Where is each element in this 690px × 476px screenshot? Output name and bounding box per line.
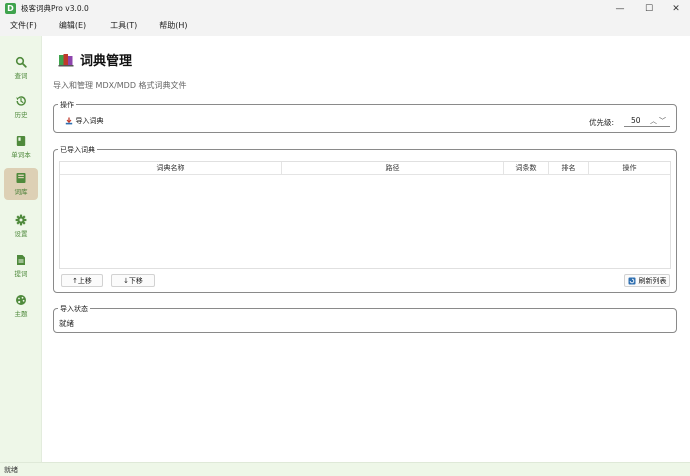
import-status-group: 导入状态 就绪 xyxy=(53,304,677,333)
table-header: 词典名称 路径 词条数 排名 操作 xyxy=(60,162,670,175)
sidebar: 查词 历史 单词本 词库 设置 提词 主题 xyxy=(0,36,42,462)
document-icon xyxy=(17,255,25,265)
refresh-button-label: 刷新列表 xyxy=(638,276,667,285)
imported-dictionaries-group: 已导入词典 词典名称 路径 词条数 排名 操作 ↑上移 ↓下移 刷新列表 xyxy=(53,145,677,293)
main-content: 词典管理 导入和管理 MDX/MDD 格式词典文件 操作 导入词典 优先级: 5… xyxy=(42,36,690,462)
sidebar-item-settings[interactable]: 设置 xyxy=(4,210,38,242)
sidebar-item-theme[interactable]: 主题 xyxy=(4,290,38,322)
status-bar: 就绪 xyxy=(0,462,690,476)
sidebar-item-lookup[interactable]: 查词 xyxy=(4,52,38,84)
menu-tools[interactable]: 工具(T) xyxy=(110,20,137,31)
column-action[interactable]: 操作 xyxy=(589,162,670,174)
close-button[interactable]: ✕ xyxy=(662,0,690,17)
sidebar-item-label: 历史 xyxy=(14,111,28,119)
priority-value: 50 xyxy=(631,116,641,125)
column-rank[interactable]: 排名 xyxy=(549,162,589,174)
history-icon xyxy=(16,96,26,106)
group-legend: 已导入词典 xyxy=(58,145,97,155)
sidebar-item-wordbook[interactable]: 单词本 xyxy=(4,131,38,163)
menu-bar: 文件(F) 编辑(E) 工具(T) 帮助(H) xyxy=(0,17,690,34)
sidebar-item-label: 主题 xyxy=(14,310,28,318)
sidebar-item-label: 词库 xyxy=(14,188,28,196)
group-legend: 操作 xyxy=(58,100,76,110)
import-dictionary-button[interactable]: 导入词典 xyxy=(60,114,108,127)
sidebar-item-library[interactable]: 词库 xyxy=(4,168,38,200)
search-icon xyxy=(15,56,27,68)
group-legend: 导入状态 xyxy=(58,304,90,314)
sidebar-item-prompt[interactable]: 提词 xyxy=(4,250,38,282)
page-subtitle: 导入和管理 MDX/MDD 格式词典文件 xyxy=(53,81,187,90)
sidebar-item-label: 提词 xyxy=(14,270,28,278)
menu-file[interactable]: 文件(F) xyxy=(10,20,37,31)
import-button-label: 导入词典 xyxy=(75,116,104,125)
spin-arrows-icon[interactable]: ︿﹀ xyxy=(650,116,668,126)
page-header: 词典管理 xyxy=(58,50,132,69)
page-title: 词典管理 xyxy=(80,54,133,69)
books-icon xyxy=(58,53,74,66)
library-icon xyxy=(16,173,26,183)
maximize-button[interactable]: ☐ xyxy=(635,0,663,17)
menu-edit[interactable]: 编辑(E) xyxy=(59,20,86,31)
dictionary-table[interactable]: 词典名称 路径 词条数 排名 操作 xyxy=(59,161,671,269)
move-up-button[interactable]: ↑上移 xyxy=(61,274,103,287)
palette-icon xyxy=(16,295,26,305)
status-text: 就绪 xyxy=(4,466,18,474)
app-logo-icon: D xyxy=(5,3,16,14)
column-path[interactable]: 路径 xyxy=(282,162,504,174)
sidebar-item-label: 查词 xyxy=(14,72,28,80)
import-icon xyxy=(65,117,72,124)
operation-group: 操作 导入词典 优先级: 50 ︿﹀ xyxy=(53,100,677,133)
sidebar-item-label: 单词本 xyxy=(11,151,31,159)
refresh-icon xyxy=(628,277,635,284)
menu-help[interactable]: 帮助(H) xyxy=(159,20,187,31)
column-entry-count[interactable]: 词条数 xyxy=(504,162,549,174)
book-icon xyxy=(16,136,26,146)
priority-label: 优先级: xyxy=(589,118,615,127)
priority-spinbox[interactable]: 50 ︿﹀ xyxy=(624,115,670,127)
title-bar: D 极客词典Pro v3.0.0 — ☐ ✕ xyxy=(0,0,690,17)
import-status-text: 就绪 xyxy=(59,319,74,328)
minimize-button[interactable]: — xyxy=(606,0,634,17)
sidebar-item-history[interactable]: 历史 xyxy=(4,91,38,123)
move-down-button[interactable]: ↓下移 xyxy=(111,274,155,287)
gear-icon xyxy=(15,214,27,226)
refresh-list-button[interactable]: 刷新列表 xyxy=(624,274,670,287)
window-title: 极客词典Pro v3.0.0 xyxy=(21,4,89,13)
sidebar-item-label: 设置 xyxy=(14,230,28,238)
column-dictionary-name[interactable]: 词典名称 xyxy=(60,162,282,174)
